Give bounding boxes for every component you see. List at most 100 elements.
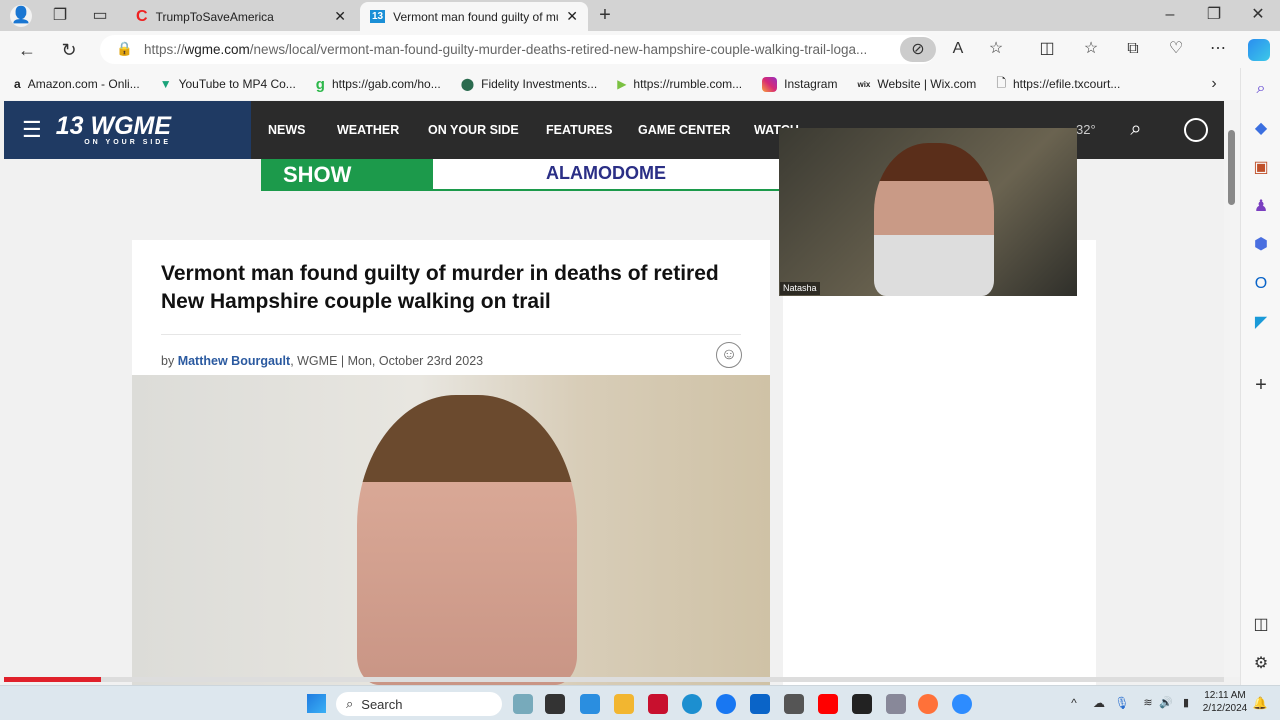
new-tab-icon[interactable]: + <box>594 4 616 26</box>
url-input[interactable]: 🔒 https://wgme.com/news/local/vermont-ma… <box>100 35 936 64</box>
bookmark-efile[interactable]: 🗋 https://efile.txcourt... <box>996 74 1120 95</box>
add-icon[interactable]: + <box>1250 374 1272 396</box>
more-icon[interactable]: ⋯ <box>1208 39 1228 59</box>
favorite-star-icon[interactable]: ☆ <box>986 39 1006 59</box>
close-tab-icon[interactable]: ✕ <box>566 8 578 25</box>
read-aloud-icon[interactable]: A <box>948 39 968 59</box>
address-bar-row: ← ↻ 🔒 https://wgme.com/news/local/vermon… <box>0 31 1280 68</box>
edge-beta-icon[interactable] <box>580 694 600 714</box>
microsoft-365-icon[interactable]: ⬢ <box>1250 234 1272 256</box>
mcafee-icon[interactable] <box>648 694 668 714</box>
shopping-tag-icon[interactable]: ◆ <box>1250 118 1272 140</box>
photo-subject <box>357 395 577 685</box>
facebook-icon[interactable] <box>716 694 736 714</box>
back-icon[interactable]: ← <box>16 39 38 61</box>
article-photo <box>132 375 770 685</box>
tools-icon[interactable]: ▣ <box>1250 157 1272 179</box>
author-link[interactable]: Matthew Bourgault <box>178 354 291 368</box>
participant-name: Natasha <box>780 282 820 295</box>
taskbar: ⌕ Search ^ ☁ 🎙 ≋ 🔊 ▮ 12:11 AM 2/12/2024 🔔 <box>0 685 1280 720</box>
camera-icon[interactable] <box>886 694 906 714</box>
outlook-icon[interactable] <box>750 694 770 714</box>
settings-gear-icon[interactable]: ⚙ <box>1250 653 1272 675</box>
bookmark-wix[interactable]: wix Website | Wix.com <box>857 77 976 91</box>
vertical-scrollbar[interactable] <box>1224 100 1240 677</box>
nav-on-your-side[interactable]: ON YOUR SIDE <box>428 123 519 137</box>
bookmark-instagram[interactable]: Instagram <box>762 76 837 92</box>
bookmark-amazon[interactable]: a Amazon.com - Onli... <box>14 77 140 91</box>
zoom-icon[interactable] <box>952 694 972 714</box>
wix-icon: wix <box>857 79 871 89</box>
browser-essentials-icon[interactable]: ♡ <box>1166 39 1186 59</box>
firefox-icon[interactable] <box>918 694 938 714</box>
outlook-icon[interactable]: O <box>1250 273 1272 295</box>
split-screen-icon[interactable]: ◫ <box>1037 39 1057 59</box>
profile-icon[interactable]: 👤 <box>10 5 32 27</box>
divider <box>161 334 741 335</box>
show-hidden-icons-chevron-icon[interactable]: ^ <box>1066 694 1082 712</box>
onedrive-cloud-icon[interactable]: ☁ <box>1090 694 1108 712</box>
battery-icon[interactable]: ▮ <box>1178 694 1194 712</box>
edge-icon[interactable] <box>682 694 702 714</box>
nav-weather[interactable]: WEATHER <box>337 123 399 137</box>
copilot-icon[interactable] <box>1248 39 1270 61</box>
tab-actions-icon[interactable]: ▭ <box>90 6 110 26</box>
close-window-icon[interactable]: ✕ <box>1248 5 1268 25</box>
bookmark-fidelity[interactable]: ⬤ Fidelity Investments... <box>461 77 597 91</box>
account-icon[interactable] <box>1184 118 1208 142</box>
wgme-favicon-icon: 13 <box>370 10 386 23</box>
temperature[interactable]: 32° <box>1076 122 1096 137</box>
amazon-icon[interactable] <box>852 694 872 714</box>
video-call-overlay[interactable]: Natasha <box>779 128 1077 296</box>
wgme-logo[interactable]: 13 WGME ON YOUR SIDE <box>56 114 171 147</box>
refresh-icon[interactable]: ↻ <box>58 39 80 61</box>
widgets-icon[interactable] <box>513 694 533 714</box>
advertisement-banner[interactable]: SHOW ALAMODOME <box>261 159 779 191</box>
nav-features[interactable]: FEATURES <box>546 123 612 137</box>
bookmarks-bar: a Amazon.com - Onli... ▼ YouTube to MP4 Co… <box>0 68 1280 100</box>
minimize-icon[interactable]: – <box>1160 5 1180 25</box>
clock[interactable]: 12:11 AM 2/12/2024 <box>1200 689 1250 715</box>
byline: by Matthew Bourgault, WGME | Mon, Octobe… <box>161 354 484 368</box>
accessibility-icon[interactable]: ☺ <box>716 342 742 368</box>
rumble-icon: ▶ <box>617 77 627 91</box>
search-icon[interactable]: ⌕ <box>1250 78 1272 100</box>
horizontal-scrollbar[interactable] <box>4 677 1224 682</box>
search-icon: ⌕ <box>346 696 354 711</box>
nav-game-center[interactable]: GAME CENTER <box>638 123 730 137</box>
restore-icon[interactable]: ❐ <box>1204 5 1224 25</box>
drop-icon[interactable]: ◤ <box>1250 312 1272 334</box>
youtube-icon[interactable] <box>818 694 838 714</box>
site-brand: ☰ 13 WGME ON YOUR SIDE <box>4 101 251 159</box>
bookmark-rumble[interactable]: ▶ https://rumble.com... <box>617 77 742 91</box>
windows-start-icon[interactable] <box>307 694 326 713</box>
collections-icon[interactable]: ⧉ <box>1123 39 1143 59</box>
store-icon[interactable] <box>784 694 804 714</box>
notification-bell-icon[interactable]: 🔔 <box>1252 694 1268 712</box>
wifi-icon[interactable]: ≋ <box>1140 694 1156 712</box>
bookmark-gab[interactable]: g https://gab.com/ho... <box>316 76 441 93</box>
tracking-prevention-icon[interactable]: ⊘ <box>900 37 936 62</box>
close-tab-icon[interactable]: ✕ <box>334 8 346 25</box>
tab-wgme[interactable]: 13 Vermont man found guilty of mu ✕ <box>360 2 588 31</box>
tab-bar: 👤 ❐ ▭ C TrumpToSaveAmerica ✕ 13 Vermont … <box>0 0 1280 31</box>
task-view-icon[interactable] <box>545 694 565 714</box>
games-icon[interactable]: ♟ <box>1250 196 1272 218</box>
volume-icon[interactable]: 🔊 <box>1158 694 1174 712</box>
article-title: Vermont man found guilty of murder in de… <box>161 262 719 313</box>
search-icon[interactable]: ⌕ <box>1124 117 1148 141</box>
hamburger-menu-icon[interactable]: ☰ <box>22 117 42 143</box>
taskbar-search[interactable]: ⌕ Search <box>336 692 502 716</box>
workspaces-icon[interactable]: ❐ <box>50 6 70 26</box>
bookmark-youtube-mp4[interactable]: ▼ YouTube to MP4 Co... <box>160 77 296 91</box>
gab-icon: g <box>315 75 325 93</box>
nav-news[interactable]: NEWS <box>268 123 306 137</box>
tab-trump[interactable]: C TrumpToSaveAmerica ✕ <box>126 2 356 31</box>
file-explorer-icon[interactable] <box>614 694 634 714</box>
bookmarks-overflow-chevron-icon[interactable]: › <box>1204 74 1224 94</box>
microphone-icon[interactable]: 🎙 <box>1114 694 1130 712</box>
sidebar-column <box>783 240 1096 685</box>
hide-sidebar-icon[interactable]: ◫ <box>1250 614 1272 636</box>
amazon-icon: a <box>14 77 21 91</box>
favorites-icon[interactable]: ☆ <box>1081 39 1101 59</box>
